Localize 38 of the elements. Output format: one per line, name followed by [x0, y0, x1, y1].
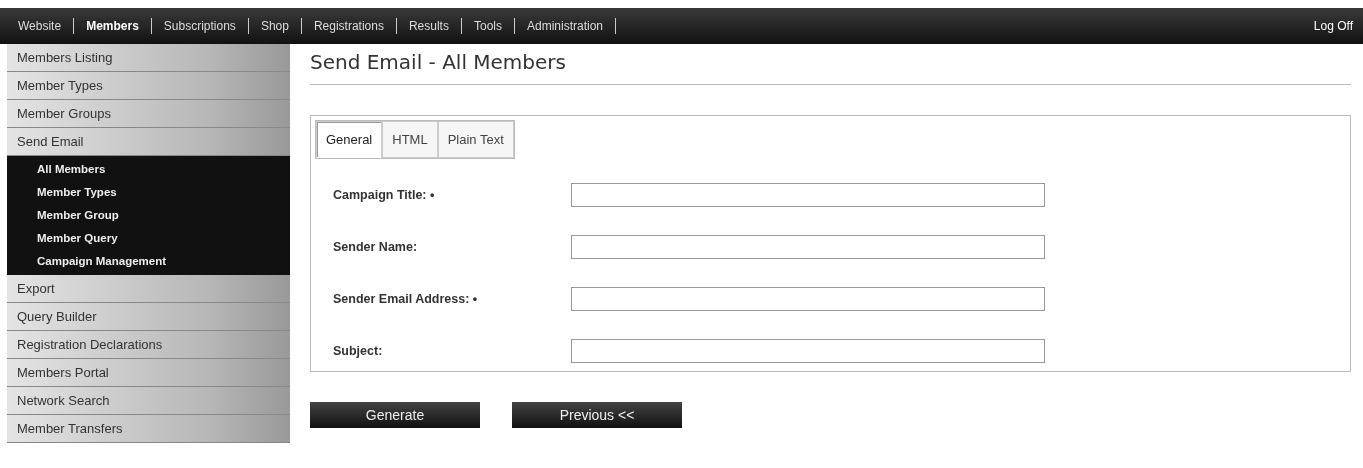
input-field[interactable] — [571, 287, 1045, 311]
submenu-item[interactable]: Member Group — [7, 204, 290, 227]
nav-tab[interactable]: Website — [6, 18, 75, 34]
tab[interactable]: Plain Text — [437, 121, 514, 158]
sidebar-item[interactable]: Export — [7, 275, 290, 303]
submenu-item[interactable]: All Members — [7, 158, 290, 181]
sidebar-item[interactable]: Registration Declarations — [7, 331, 290, 359]
field-label: Sender Name: — [333, 240, 419, 254]
field-label: Subject: — [333, 344, 384, 358]
tab[interactable]: HTML — [382, 121, 438, 158]
nav-tab[interactable]: Results — [396, 18, 462, 34]
action-button[interactable]: Generate — [310, 402, 480, 428]
sidebar-item[interactable]: Members Listing — [7, 44, 290, 72]
input-field[interactable] — [571, 183, 1045, 207]
sidebar-item[interactable]: Members Portal — [7, 359, 290, 387]
field-label: Sender Email Address: • — [333, 292, 479, 306]
sidebar-item[interactable]: Send Email — [7, 128, 290, 156]
submenu-item[interactable]: Member Types — [7, 181, 290, 204]
page-title: Send Email - All Members — [310, 50, 1351, 85]
sidebar-item[interactable]: Member Types — [7, 72, 290, 100]
sidebar-item[interactable]: Query Builder — [7, 303, 290, 331]
nav-tab[interactable]: Members — [74, 18, 152, 34]
log-off-link[interactable]: Log Off — [1313, 19, 1357, 33]
sidebar-item[interactable]: Member Transfers — [7, 415, 290, 443]
sidebar-item[interactable]: Network Search — [7, 387, 290, 415]
action-button[interactable]: Previous << — [512, 402, 682, 428]
nav-tab[interactable]: Administration — [514, 18, 616, 34]
nav-tab[interactable]: Tools — [461, 18, 515, 34]
nav-tab[interactable]: Registrations — [301, 18, 397, 34]
nav-tab[interactable]: Subscriptions — [151, 18, 249, 34]
input-field[interactable] — [571, 235, 1045, 259]
field-label: Campaign Title: • — [333, 188, 436, 202]
input-field[interactable] — [571, 339, 1045, 363]
sidebar-item[interactable]: Member Groups — [7, 100, 290, 128]
tab[interactable]: General — [316, 121, 383, 158]
submenu-item[interactable]: Campaign Management — [7, 250, 290, 273]
submenu-item[interactable]: Member Query — [7, 227, 290, 250]
nav-tab[interactable]: Shop — [248, 18, 302, 34]
